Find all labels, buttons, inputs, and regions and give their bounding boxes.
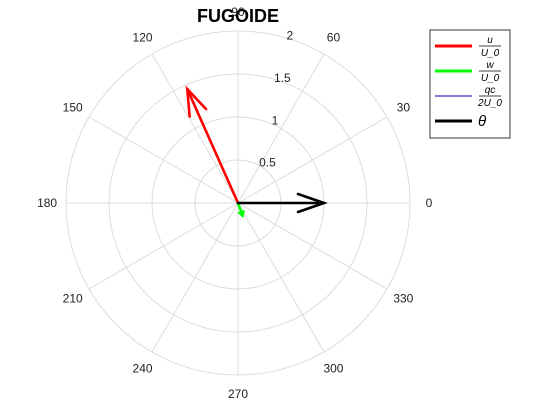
series-arrow-0 <box>185 85 240 205</box>
theta-tick-label: 270 <box>228 387 248 401</box>
theta-tick-label: 90 <box>231 5 245 19</box>
theta-tick-label: 210 <box>63 291 83 305</box>
r-tick-label: 1.5 <box>274 71 291 85</box>
compass-arrows <box>185 85 328 218</box>
legend-denominator: U_0 <box>481 73 500 84</box>
r-tick-label: 2 <box>287 29 294 43</box>
theta-tick-label: 180 <box>37 196 57 210</box>
theta-tick-label: 30 <box>397 101 411 115</box>
theta-tick-label: 240 <box>133 361 153 375</box>
grid-spoke-10 <box>237 202 325 353</box>
legend[interactable]: uU_0wU_0qc2U_0θ <box>429 29 511 139</box>
r-tick-label: 0.5 <box>259 156 276 170</box>
theta-tick-label: 0 <box>426 196 433 210</box>
legend-numerator: w <box>486 60 494 71</box>
grid-spoke-7 <box>88 202 239 290</box>
theta-tick-label: 120 <box>133 31 153 45</box>
legend-denominator: 2U_0 <box>477 98 502 109</box>
theta-tick-label: 60 <box>327 31 341 45</box>
legend-label: θ <box>478 113 486 130</box>
grid-spoke-5 <box>88 116 239 204</box>
theta-tick-label: 330 <box>393 291 413 305</box>
r-tick-label: 1 <box>272 113 279 127</box>
grid-spoke-8 <box>151 202 239 353</box>
radius-tick-labels: 0.5 1 1.5 2 <box>259 29 293 170</box>
arrow-shaft <box>185 87 240 205</box>
grid-spoke-11 <box>237 202 388 290</box>
grid-spoke-4 <box>151 53 239 204</box>
legend-denominator: U_0 <box>481 48 500 59</box>
legend-numerator: qc <box>485 85 496 96</box>
polar-chart: FUGOIDE 0.511.52 03060901201501802102402… <box>37 5 511 401</box>
theta-tick-label: 300 <box>323 361 343 375</box>
legend-numerator: u <box>487 35 493 46</box>
theta-tick-label: 150 <box>63 101 83 115</box>
